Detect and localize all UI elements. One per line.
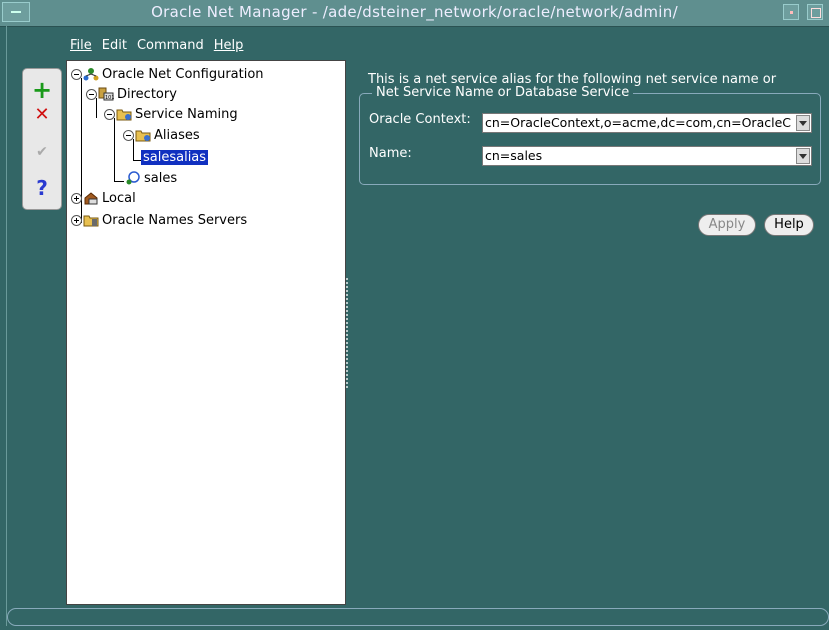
oracle-context-value: cn=OracleContext,o=acme,dc=com,cn=Oracle…	[485, 115, 791, 130]
help-button[interactable]: Help	[764, 214, 814, 236]
collapse-icon[interactable]	[71, 68, 82, 80]
status-bar	[7, 608, 829, 626]
tree-line	[114, 118, 115, 181]
expand-icon[interactable]	[71, 192, 82, 204]
tree-node-service-naming[interactable]: Service Naming	[104, 105, 240, 123]
net-service-icon	[125, 171, 141, 185]
toolbar: + ✕ ✔ ?	[22, 68, 62, 210]
tree-node-directory[interactable]: 101 Directory	[86, 85, 179, 103]
tree-node-names-servers[interactable]: Oracle Names Servers	[71, 211, 249, 229]
collapse-icon[interactable]	[86, 88, 97, 100]
oracle-context-combo[interactable]: cn=OracleContext,o=acme,dc=com,cn=Oracle…	[482, 113, 812, 133]
tree-line	[114, 181, 124, 182]
window-title: Oracle Net Manager - /ade/dsteiner_netwo…	[151, 3, 678, 21]
menu-edit[interactable]: Edit	[102, 38, 127, 56]
folder-icon	[116, 107, 132, 121]
tree-node-aliases[interactable]: Aliases	[123, 126, 202, 144]
menu-command[interactable]: Command	[137, 38, 204, 56]
collapse-icon[interactable]	[123, 129, 134, 141]
network-config-icon	[83, 67, 99, 81]
splitter-handle[interactable]	[346, 278, 351, 388]
tree-label: Service Naming	[135, 106, 238, 122]
tree-label: Local	[102, 190, 136, 206]
menu-help[interactable]: Help	[214, 38, 244, 56]
svg-text:101: 101	[105, 95, 114, 101]
tree-label: Oracle Names Servers	[102, 212, 248, 228]
menu-file[interactable]: File	[70, 38, 92, 56]
collapse-icon[interactable]	[104, 108, 115, 120]
folder-icon	[83, 213, 99, 227]
service-group-box	[359, 93, 821, 185]
name-combo[interactable]: cn=sales	[482, 146, 812, 166]
folder-icon	[135, 128, 151, 142]
tree-node-salesalias[interactable]: salesalias	[139, 148, 210, 166]
local-icon	[83, 191, 99, 205]
window-border	[0, 26, 7, 626]
create-icon[interactable]: +	[27, 76, 57, 104]
minimize-button[interactable]	[783, 4, 799, 20]
help-icon[interactable]: ?	[27, 175, 57, 201]
directory-icon: 101	[98, 87, 115, 101]
oracle-context-label: Oracle Context:	[369, 112, 471, 127]
chevron-down-icon[interactable]	[796, 148, 810, 164]
apply-button[interactable]: Apply	[698, 214, 756, 236]
maximize-button[interactable]	[807, 4, 823, 20]
name-label: Name:	[369, 146, 412, 161]
tree-node-root[interactable]: Oracle Net Configuration	[71, 65, 266, 83]
tree-node-local[interactable]: Local	[71, 189, 138, 207]
group-label: Net Service Name or Database Service	[372, 85, 634, 100]
test-service-icon[interactable]: ✔	[27, 139, 57, 165]
title-bar: Oracle Net Manager - /ade/dsteiner_netwo…	[0, 0, 829, 27]
tree-node-sales[interactable]: sales	[125, 169, 179, 187]
chevron-down-icon[interactable]	[796, 115, 810, 131]
tree-label: salesalias	[139, 148, 210, 166]
delete-icon[interactable]: ✕	[27, 101, 57, 127]
tree-label: Directory	[117, 86, 177, 102]
tree-label: Aliases	[154, 127, 200, 143]
expand-icon[interactable]	[71, 214, 82, 226]
menu-bar: File Edit Command Help	[70, 38, 243, 56]
tree-label: Oracle Net Configuration	[102, 66, 264, 82]
tree-label: sales	[144, 170, 178, 186]
name-value: cn=sales	[485, 148, 543, 163]
navigator-tree[interactable]: Oracle Net Configuration 101 Directory S…	[66, 60, 346, 605]
